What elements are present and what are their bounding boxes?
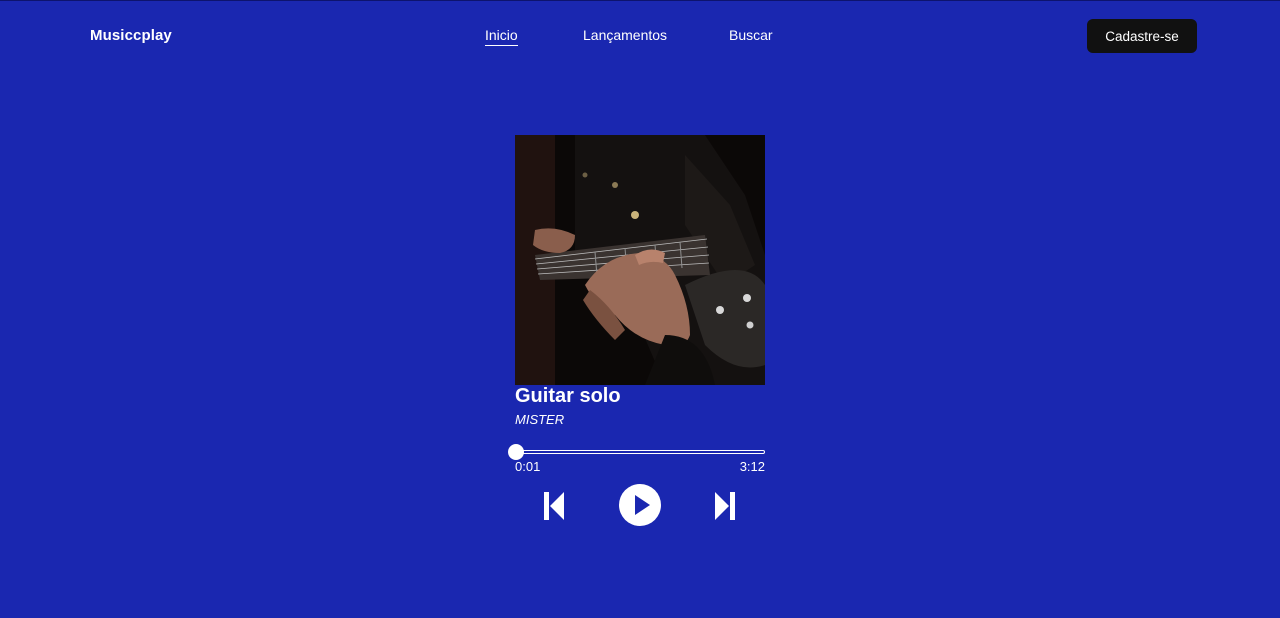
current-time: 0:01: [515, 459, 541, 474]
nav-link-buscar[interactable]: Buscar: [729, 27, 773, 43]
skip-previous-icon[interactable]: [542, 490, 566, 527]
nav-link-lancamentos[interactable]: Lançamentos: [583, 27, 667, 43]
music-player: Guitar solo MISTER 0:01 3:12: [508, 135, 765, 536]
playback-controls: [515, 484, 765, 536]
total-duration: 3:12: [739, 459, 765, 474]
play-icon[interactable]: [619, 484, 661, 531]
track-title: Guitar solo: [515, 385, 621, 407]
progress-track[interactable]: [515, 450, 765, 454]
top-navbar: Musiccplay Inicio Lançamentos Buscar Cad…: [0, 1, 1280, 71]
signup-button[interactable]: Cadastre-se: [1087, 19, 1197, 53]
track-artist: MISTER: [515, 412, 565, 427]
album-cover: [515, 135, 765, 385]
progress-thumb[interactable]: [508, 444, 525, 460]
nav-link-inicio[interactable]: Inicio: [485, 27, 518, 46]
progress-slider[interactable]: [508, 444, 765, 460]
skip-next-icon[interactable]: [713, 490, 737, 527]
time-readout: 0:01 3:12: [515, 459, 765, 474]
